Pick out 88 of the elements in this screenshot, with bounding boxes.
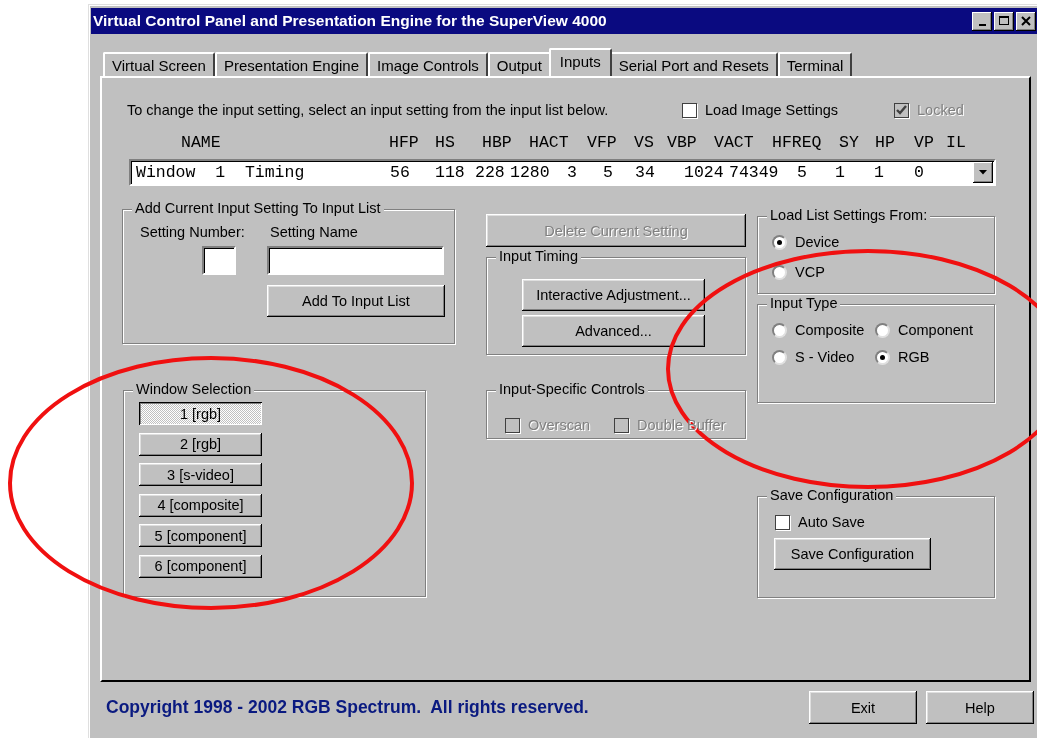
dialog-button[interactable]: Exit: [809, 691, 917, 724]
close-button[interactable]: [1016, 11, 1036, 31]
checkbox-label: Locked: [917, 102, 964, 118]
radio-button[interactable]: [875, 322, 890, 338]
column-header: VS: [634, 133, 655, 153]
tab[interactable]: Serial Port and Resets: [609, 52, 778, 76]
list-value: 1024: [684, 163, 725, 182]
copyright-text: Copyright 1998 - 2002 RGB Spectrum. All rights reserved.: [106, 697, 590, 718]
column-header: VFP: [587, 133, 618, 153]
list-value: 56: [390, 163, 411, 182]
setting-number-field[interactable]: [202, 246, 236, 275]
window-button[interactable]: 1 [rgb]: [139, 402, 262, 425]
save-configuration-button[interactable]: Save Configuration: [774, 538, 931, 570]
column-header: HBP: [482, 133, 513, 153]
list-value: 34: [635, 163, 656, 182]
radio-button[interactable]: [875, 349, 890, 365]
column-header: NAME: [181, 133, 222, 153]
column-header: HFREQ: [772, 133, 823, 153]
radio-button[interactable]: [772, 322, 787, 338]
checkbox-label: Auto Save: [798, 514, 865, 530]
maximize-button[interactable]: [994, 11, 1014, 31]
column-header: HFP: [389, 133, 420, 153]
list-value: 5: [797, 163, 808, 182]
list-value: 3: [567, 163, 578, 182]
column-header: VBP: [667, 133, 698, 153]
list-value: 1: [874, 163, 885, 182]
column-header: SY: [839, 133, 860, 153]
instruction-text: To change the input setting, select an input setting from the input list below.: [127, 102, 610, 118]
list-value: 228: [475, 163, 506, 182]
tab[interactable]: Presentation Engine: [214, 52, 369, 76]
window-button[interactable]: 2 [rgb]: [139, 432, 262, 456]
window-button[interactable]: 4 [composite]: [139, 493, 262, 517]
radio-label: Composite: [795, 322, 865, 338]
list-value: 0: [914, 163, 925, 182]
group-title: Input-Specific Controls: [496, 381, 648, 397]
group-title: Save Configuration: [767, 487, 897, 503]
tab[interactable]: Terminal: [777, 52, 853, 76]
radio-label: S - Video: [795, 349, 855, 365]
list-value: 1280: [510, 163, 551, 182]
checkbox[interactable]: [682, 102, 697, 118]
caret-down-icon: [979, 170, 987, 175]
checkbox-label: Overscan: [528, 417, 591, 433]
timing-button[interactable]: Interactive Adjustment...: [522, 279, 705, 311]
column-header: IL: [946, 133, 967, 153]
window-button[interactable]: 3 [s-video]: [139, 463, 262, 486]
tab[interactable]: Image Controls: [368, 52, 488, 76]
radio-button[interactable]: [772, 234, 787, 250]
checkmark-icon: [896, 105, 907, 115]
window-title: Virtual Control Panel and Presentation Engine for the SuperView 4000: [93, 12, 608, 30]
column-header: VP: [914, 133, 935, 153]
group-title: Add Current Input Setting To Input List: [132, 200, 384, 216]
radio-label: Device: [795, 234, 840, 250]
timing-button[interactable]: Advanced...: [522, 315, 705, 347]
radio-label: VCP: [795, 264, 825, 280]
group-title: Input Type: [767, 295, 841, 311]
add-to-list-button[interactable]: Add To Input List: [267, 285, 445, 317]
column-header: HACT: [529, 133, 570, 153]
window-button[interactable]: 5 [component]: [139, 524, 262, 547]
list-value: 5: [603, 163, 614, 182]
window-button[interactable]: 6 [component]: [139, 554, 262, 578]
list-value: 1: [835, 163, 846, 182]
column-header: VACT: [714, 133, 755, 153]
radio-label: Component: [898, 322, 973, 338]
dropdown-button[interactable]: [973, 162, 993, 183]
field-label: Setting Name: [270, 224, 358, 240]
dialog-button[interactable]: Help: [926, 691, 1034, 724]
column-header: HP: [875, 133, 896, 153]
checkbox[interactable]: [775, 514, 790, 530]
close-icon: [1021, 16, 1031, 26]
group-title: Window Selection: [133, 381, 255, 397]
column-header: HS: [435, 133, 456, 153]
input-list-dropdown[interactable]: Window 1 Timing 56 118 228 1280 3 5 34 1024 74349 5 1 1 0: [129, 159, 996, 186]
group-title: Load List Settings From:: [767, 207, 931, 223]
group-title: Input Timing: [496, 248, 581, 264]
tab[interactable]: Inputs: [548, 48, 612, 76]
radio-label: RGB: [898, 349, 930, 365]
setting-name-field[interactable]: [267, 246, 444, 275]
list-value: Window 1 Timing: [136, 163, 306, 182]
list-value: 118: [435, 163, 466, 182]
list-value: 74349: [729, 163, 780, 182]
tab[interactable]: Output: [487, 52, 551, 76]
tab[interactable]: Virtual Screen: [103, 52, 215, 76]
checkbox-label: Load Image Settings: [705, 102, 838, 118]
minimize-icon: [978, 24, 986, 26]
field-label: Setting Number:: [140, 224, 246, 240]
maximize-icon: [999, 16, 1009, 26]
radio-button[interactable]: [772, 349, 787, 365]
minimize-button[interactable]: [972, 11, 992, 31]
